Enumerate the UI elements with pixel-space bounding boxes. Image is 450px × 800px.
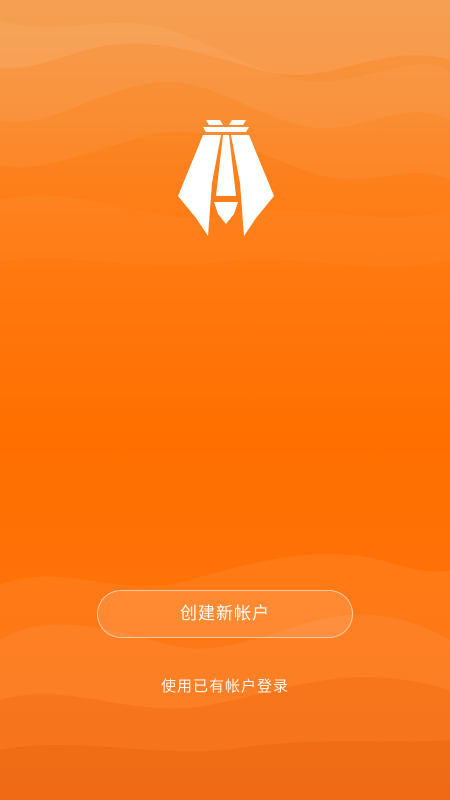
create-account-button[interactable]: 创建新帐户 — [97, 590, 353, 638]
cicada-a-logo-icon — [178, 120, 274, 236]
login-existing-account-link[interactable]: 使用已有帐户登录 — [0, 674, 450, 698]
welcome-screen: 创建新帐户 使用已有帐户登录 — [0, 0, 450, 800]
